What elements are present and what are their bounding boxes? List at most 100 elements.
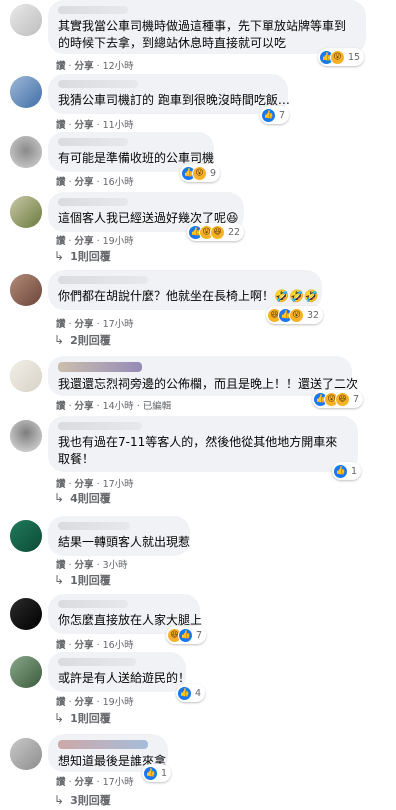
avatar[interactable]	[10, 656, 42, 688]
avatar[interactable]	[10, 4, 42, 36]
reaction-count: 1	[161, 767, 168, 779]
view-replies-link[interactable]: ↳ 3則回覆	[54, 792, 111, 808]
timestamp[interactable]: 14小時	[103, 401, 134, 412]
timestamp[interactable]: 19小時	[103, 697, 134, 708]
author-name-redacted[interactable]	[58, 80, 138, 88]
author-name-redacted[interactable]	[58, 362, 142, 372]
author-name-redacted[interactable]	[58, 276, 148, 284]
avatar[interactable]	[10, 420, 42, 452]
avatar[interactable]	[10, 274, 42, 306]
comment-text: 有可能是準備收班的公車司機	[58, 151, 215, 165]
comment-actions: 讚 · 分享 · 19小時	[56, 236, 134, 247]
like-link[interactable]: 讚	[56, 61, 66, 72]
author-name-redacted[interactable]	[58, 198, 128, 206]
comment-actions: 讚 · 分享 · 11小時	[56, 120, 134, 131]
reaction-summary[interactable]: 👍 1	[142, 764, 172, 782]
reaction-count: 7	[353, 393, 360, 405]
timestamp[interactable]: 17小時	[103, 777, 134, 788]
share-link[interactable]: 分享	[75, 401, 94, 412]
like-link[interactable]: 讚	[56, 120, 66, 131]
share-link[interactable]: 分享	[75, 120, 94, 131]
comment-actions: 讚 · 分享 · 12小時	[56, 61, 134, 72]
like-link[interactable]: 讚	[56, 236, 66, 247]
comment-text: 或許是有人送給遊民的！	[58, 671, 191, 685]
reaction-summary[interactable]: 👍 4	[176, 684, 206, 702]
comment-actions: 讚 · 分享 · 3小時	[56, 560, 128, 571]
share-link[interactable]: 分享	[75, 560, 94, 571]
timestamp[interactable]: 19小時	[103, 236, 134, 247]
timestamp[interactable]: 16小時	[103, 640, 134, 651]
reaction-count: 9	[210, 167, 217, 179]
author-name-redacted[interactable]	[58, 658, 136, 666]
timestamp[interactable]: 11小時	[103, 120, 134, 131]
author-name-redacted[interactable]	[58, 522, 130, 530]
comment-actions: 讚 · 分享 · 17小時	[56, 319, 134, 330]
reaction-summary[interactable]: 👍 😮 😆 22	[187, 223, 245, 241]
author-name-redacted[interactable]	[58, 740, 148, 749]
like-link[interactable]: 讚	[56, 777, 66, 788]
like-link[interactable]: 讚	[56, 697, 66, 708]
share-link[interactable]: 分享	[75, 777, 94, 788]
timestamp[interactable]: 3小時	[103, 560, 128, 571]
reply-arrow-icon: ↳	[54, 711, 65, 725]
like-link[interactable]: 讚	[56, 640, 66, 651]
view-replies-link[interactable]: ↳ 4則回覆	[54, 490, 111, 506]
comment-bubble: 我也有過在7-11等客人的，然後他從其他地方開車來取餐！	[48, 416, 358, 472]
wow-icon: 😮	[330, 49, 345, 65]
reaction-summary[interactable]: 👍 😮 😆 7	[312, 390, 364, 408]
share-link[interactable]: 分享	[75, 61, 94, 72]
reaction-summary[interactable]: 👍 😮 15	[318, 48, 365, 66]
comment-text: 我猜公車司機訂的 跑車到很晚沒時間吃飯…	[58, 93, 290, 107]
comment-text: 結果一轉頭客人就出現惹	[58, 535, 191, 549]
reply-arrow-icon: ↳	[54, 793, 65, 807]
avatar[interactable]	[10, 136, 42, 168]
share-link[interactable]: 分享	[75, 479, 94, 490]
like-icon: 👍	[143, 765, 158, 781]
reaction-summary[interactable]: 😆 👍 😮 32	[266, 306, 324, 324]
timestamp[interactable]: 17小時	[103, 479, 134, 490]
reaction-summary[interactable]: 👍 7	[260, 106, 290, 124]
reaction-summary[interactable]: 😆 👍 7	[166, 626, 207, 644]
like-link[interactable]: 讚	[56, 319, 66, 330]
share-link[interactable]: 分享	[75, 319, 94, 330]
share-link[interactable]: 分享	[75, 236, 94, 247]
like-link[interactable]: 讚	[56, 177, 66, 188]
reaction-count: 1	[351, 465, 358, 477]
share-link[interactable]: 分享	[75, 640, 94, 651]
like-link[interactable]: 讚	[56, 560, 66, 571]
avatar[interactable]	[10, 76, 42, 108]
avatar[interactable]	[10, 520, 42, 552]
avatar[interactable]	[10, 360, 42, 392]
avatar[interactable]	[10, 196, 42, 228]
comment-actions: 讚 · 分享 · 16小時	[56, 177, 134, 188]
timestamp[interactable]: 16小時	[103, 177, 134, 188]
view-replies-link[interactable]: ↳ 2則回覆	[54, 332, 111, 348]
wow-icon: 😮	[192, 165, 207, 181]
author-name-redacted[interactable]	[58, 600, 128, 608]
like-link[interactable]: 讚	[56, 479, 66, 490]
comment-bubble: 結果一轉頭客人就出現惹	[48, 516, 190, 556]
comment-text: 我還還忘烈祠旁邊的公佈欄，而且是晚上！！還送了二次	[58, 377, 359, 391]
edited-label: 已編輯	[142, 401, 172, 412]
view-replies-link[interactable]: ↳ 1則回覆	[54, 710, 111, 726]
like-icon: 👍	[333, 463, 348, 479]
avatar[interactable]	[10, 738, 42, 770]
timestamp[interactable]: 17小時	[103, 319, 134, 330]
comment-bubble: 我還還忘烈祠旁邊的公佈欄，而且是晚上！！還送了二次	[48, 356, 359, 396]
view-replies-link[interactable]: ↳ 1則回覆	[54, 572, 111, 588]
author-name-redacted[interactable]	[58, 6, 128, 14]
reaction-count: 15	[348, 51, 361, 63]
author-name-redacted[interactable]	[58, 138, 128, 146]
reaction-count: 32	[307, 309, 320, 321]
timestamp[interactable]: 12小時	[103, 61, 134, 72]
avatar[interactable]	[10, 598, 42, 630]
like-link[interactable]: 讚	[56, 401, 66, 412]
reaction-summary[interactable]: 👍 1	[332, 462, 362, 480]
author-name-redacted[interactable]	[58, 422, 142, 430]
reaction-summary[interactable]: 👍 😮 9	[180, 164, 221, 182]
share-link[interactable]: 分享	[75, 177, 94, 188]
share-link[interactable]: 分享	[75, 697, 94, 708]
view-replies-link[interactable]: ↳ 1則回覆	[54, 248, 111, 264]
comment-actions: 讚 · 分享 · 16小時	[56, 640, 134, 651]
reaction-count: 4	[195, 687, 202, 699]
